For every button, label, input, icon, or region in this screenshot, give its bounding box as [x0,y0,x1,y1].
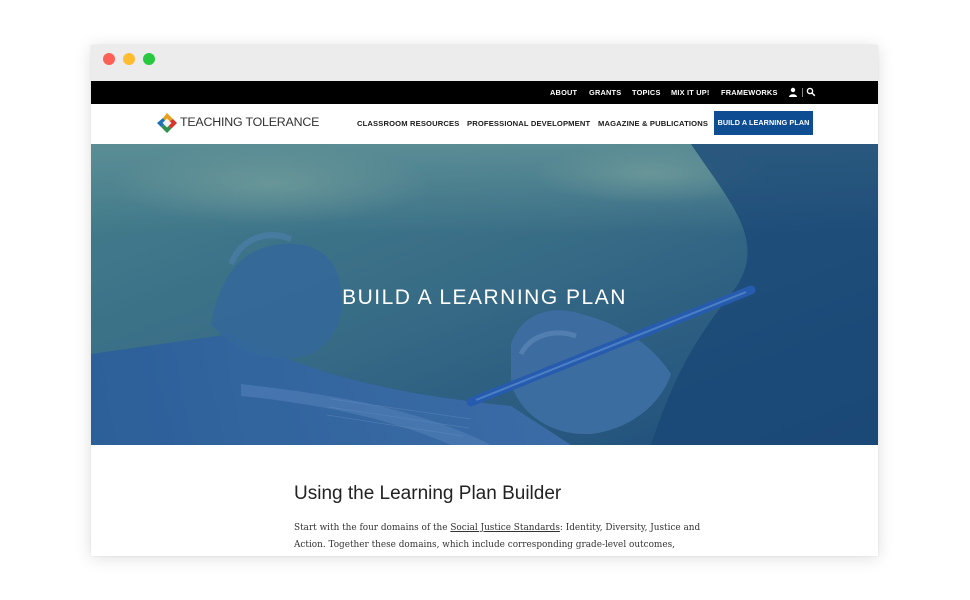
main-nav: TEACHING TOLERANCE CLASSROOM RESOURCES P… [91,104,878,144]
teaching-tolerance-logo-icon [157,113,177,133]
intro-text-after-link: : Identity, Diversity, Justice and [559,523,701,533]
build-learning-plan-button[interactable]: BUILD A LEARNING PLAN [714,111,813,135]
utility-link-about[interactable]: ABOUT [550,81,577,104]
intro-line-1: Start with the four domains of the Socia… [294,520,700,537]
social-justice-standards-link[interactable]: Social Justice Standards [450,523,560,533]
intro-paragraph: Start with the four domains of the Socia… [294,520,700,554]
nav-classroom-resources[interactable]: CLASSROOM RESOURCES [357,104,459,144]
minimize-window-button[interactable] [123,53,135,65]
utility-link-topics[interactable]: TOPICS [632,81,661,104]
utility-nav: ABOUT GRANTS TOPICS MIX IT UP! FRAMEWORK… [91,81,878,104]
intro-line-2: Action. Together these domains, which in… [294,540,675,550]
utility-link-grants[interactable]: GRANTS [589,81,621,104]
section-title: Using the Learning Plan Builder [294,483,562,504]
brand-name: TEACHING TOLERANCE [180,115,320,129]
hero-banner: BUILD A LEARNING PLAN [91,144,878,445]
utility-link-frameworks[interactable]: FRAMEWORKS [721,81,778,104]
maximize-window-button[interactable] [143,53,155,65]
main-content: Using the Learning Plan Builder Start wi… [91,445,878,556]
user-icon[interactable] [788,87,798,97]
hero-title: BUILD A LEARNING PLAN [342,286,627,309]
utility-divider [802,88,803,97]
search-icon[interactable] [806,87,816,97]
browser-window: ABOUT GRANTS TOPICS MIX IT UP! FRAMEWORK… [91,45,878,556]
nav-professional-development[interactable]: PROFESSIONAL DEVELOPMENT [467,104,590,144]
browser-titlebar [91,45,878,81]
nav-magazine-publications[interactable]: MAGAZINE & PUBLICATIONS [598,104,708,144]
intro-text-before-link: Start with the four domains of the [294,523,451,533]
utility-link-mix-it-up[interactable]: MIX IT UP! [671,81,710,104]
close-window-button[interactable] [103,53,115,65]
